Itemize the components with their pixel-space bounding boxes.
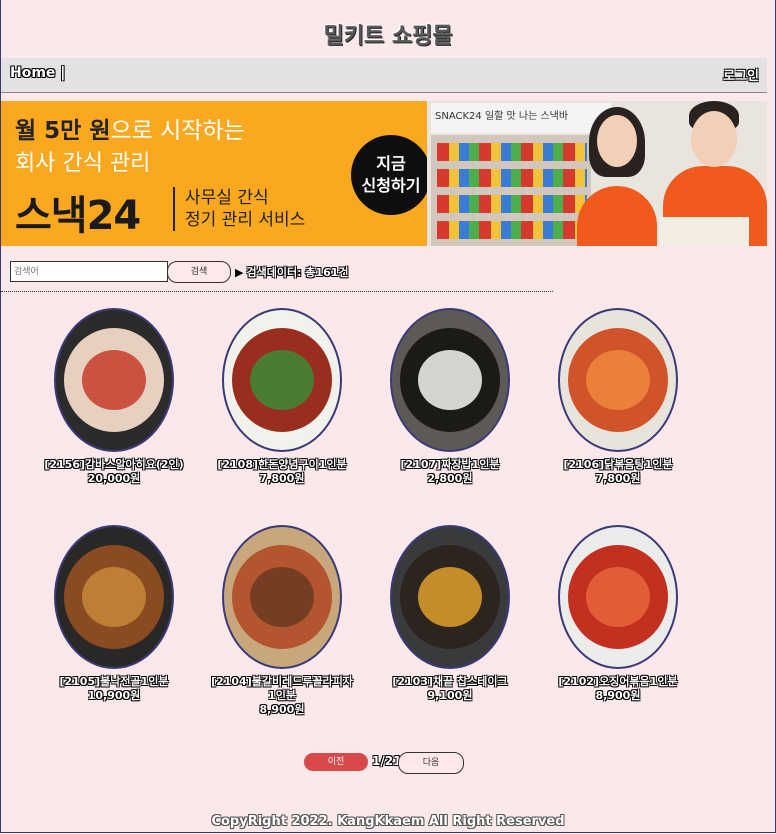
product-name[interactable]: [2108]한돈양념구이1인분 [198, 458, 366, 472]
product-name[interactable]: [2103]채끝 찹스테이크 [366, 675, 534, 689]
banner-apply-button[interactable]: 지금 신청하기 [351, 135, 431, 215]
top-navbar: Home | 로그인 [1, 58, 767, 93]
search-result-count: ▶ 검색데이터: 총161건 [235, 264, 349, 280]
product-image[interactable] [558, 525, 678, 669]
next-page-button[interactable]: 다음 [398, 752, 464, 774]
product-card[interactable]: [2107]짜장밥1인분 2,800원 [366, 308, 534, 486]
banner-headline-rest: 으로 시작하는 [110, 118, 245, 144]
product-card[interactable]: [2102]오징어볶음1인분 8,900원 [534, 525, 702, 703]
product-name[interactable]: [2104]불갈비레드루꼴라피자1인분 [198, 675, 366, 703]
prev-page-button[interactable]: 이전 [304, 753, 368, 771]
play-arrow-icon: ▶ [235, 266, 244, 279]
product-name[interactable]: [2156]감바스알아히요(2인) [30, 458, 198, 472]
product-image[interactable] [222, 308, 342, 452]
product-card[interactable]: [2103]채끝 찹스테이크 9,100원 [366, 525, 534, 703]
banner-text-panel: 월 5만 원으로 시작하는 회사 간식 관리 스낵24 사무실 간식 정기 관리… [1, 101, 431, 246]
product-image[interactable] [558, 308, 678, 452]
search-result-text: 검색데이터: 총161건 [246, 266, 349, 279]
promo-banner[interactable]: 월 5만 원으로 시작하는 회사 간식 관리 스낵24 사무실 간식 정기 관리… [1, 101, 767, 246]
product-image[interactable] [390, 308, 510, 452]
nav-home-link[interactable]: Home | [10, 65, 65, 81]
product-card[interactable]: [2106]닭볶음탕1인분 7,800원 [534, 308, 702, 486]
search-divider [1, 291, 553, 292]
snack-shelf [431, 135, 591, 246]
banner-headline-bold: 월 5만 원 [15, 118, 111, 144]
snack-box [659, 217, 749, 246]
product-card[interactable]: [2104]불갈비레드루꼴라피자1인분 8,900원 [198, 525, 366, 717]
product-price: 7,800원 [259, 472, 305, 485]
product-name[interactable]: [2107]짜장밥1인분 [366, 458, 534, 472]
product-card[interactable]: [2108]한돈양념구이1인분 7,800원 [198, 308, 366, 486]
banner-subheadline: 회사 간식 관리 [15, 151, 151, 176]
banner-divider [173, 187, 175, 231]
product-image[interactable] [222, 525, 342, 669]
staff-woman-face [597, 115, 637, 167]
banner-service-text: 사무실 간식 정기 관리 서비스 [185, 187, 305, 231]
footer-copyright: CopyRight 2022. KangKkaem All Right Rese… [211, 814, 565, 829]
product-image[interactable] [54, 525, 174, 669]
product-name[interactable]: [2102]오징어볶음1인분 [534, 675, 702, 689]
site-title: 밀키트 쇼핑몰 [323, 24, 453, 49]
pagination: 이전 1/21 다음 [0, 752, 776, 774]
search-input[interactable] [10, 261, 168, 282]
banner-brand: 스낵24 [15, 193, 141, 239]
staff-man-face [691, 111, 737, 167]
banner-service-line2: 정기 관리 서비스 [185, 210, 306, 230]
product-name[interactable]: [2106]닭볶음탕1인분 [534, 458, 702, 472]
snackbar-sign: SNACK24 일할 맛 나는 스낵바 [431, 103, 611, 133]
banner-headline: 월 5만 원으로 시작하는 [15, 111, 245, 145]
banner-cta-line2: 신청하기 [361, 176, 421, 195]
product-price: 8,900원 [595, 689, 641, 702]
product-price: 10,900원 [87, 689, 141, 702]
product-price: 8,900원 [259, 703, 305, 716]
search-button[interactable]: 검색 [167, 261, 231, 283]
product-card[interactable]: [2105]불낙전골1인분 10,900원 [30, 525, 198, 703]
banner-service-line1: 사무실 간식 [185, 188, 269, 208]
banner-photo: SNACK24 일할 맛 나는 스낵바 [427, 101, 767, 246]
nav-login-link[interactable]: 로그인 [723, 65, 759, 84]
product-price: 20,000원 [87, 472, 141, 485]
product-card[interactable]: [2156]감바스알아히요(2인) 20,000원 [30, 308, 198, 486]
banner-cta-line1: 지금 [376, 154, 406, 173]
product-price: 2,800원 [427, 472, 473, 485]
product-name[interactable]: [2105]불낙전골1인분 [30, 675, 198, 689]
product-price: 9,100원 [427, 689, 473, 702]
product-price: 7,800원 [595, 472, 641, 485]
product-image[interactable] [390, 525, 510, 669]
product-image[interactable] [54, 308, 174, 452]
